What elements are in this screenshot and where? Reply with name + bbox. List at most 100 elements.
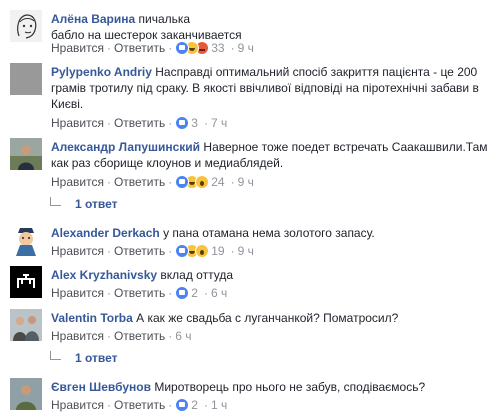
comment-actions: Нравится · Ответить · 33 · 9 ч [51, 40, 254, 56]
timestamp[interactable]: 9 ч [238, 243, 254, 259]
separator: · [168, 116, 173, 130]
comment-body: у пана отамана нема золотого запасу. [163, 226, 375, 240]
reactions[interactable]: 3 [175, 115, 198, 131]
comment-text: Алёна Варина пичалька бабло на шестерок … [51, 11, 493, 43]
reply-link[interactable]: Ответить [114, 174, 165, 190]
separator: · [168, 398, 173, 412]
reply-link[interactable]: Ответить [114, 285, 165, 301]
comment-author[interactable]: Pylypenko Andriy [51, 65, 152, 79]
view-replies-link[interactable]: 1 ответ [50, 196, 118, 212]
reply-link[interactable]: Ответить [114, 243, 165, 259]
reaction-count: 3 [191, 116, 198, 130]
comment-actions: Нравится · Ответить · 19 · 9 ч [51, 243, 254, 259]
like-link[interactable]: Нравится [51, 174, 104, 190]
avatar[interactable] [10, 138, 42, 170]
reactions[interactable]: 2 [175, 397, 198, 413]
separator: · [230, 175, 235, 189]
timestamp[interactable]: 7 ч [211, 115, 227, 131]
like-link[interactable]: Нравится [51, 243, 104, 259]
photo-man-avatar-icon [10, 138, 42, 170]
comment-author[interactable]: Александр Лапушинский [51, 140, 200, 154]
comment-text: Valentin Torba А как же свадьба с луганч… [51, 310, 493, 326]
avatar[interactable] [10, 309, 42, 341]
separator: · [203, 286, 208, 300]
comment-actions: Нравится · Ответить · 2 · 1 ч [51, 397, 227, 413]
separator: · [106, 286, 111, 300]
reply-arrow-icon [50, 196, 61, 206]
separator: · [106, 244, 111, 258]
vector-face-avatar-icon [10, 10, 42, 42]
reply-link[interactable]: Ответить [114, 397, 165, 413]
like-link[interactable]: Нравится [51, 285, 104, 301]
separator: · [168, 286, 173, 300]
comment-author[interactable]: Valentin Torba [51, 311, 133, 325]
reaction-count: 19 [211, 244, 225, 258]
reply-link[interactable]: Ответить [114, 40, 165, 56]
separator: · [168, 244, 173, 258]
comment-body: Миротворець про нього не забув, сподіває… [154, 380, 426, 394]
wow-icon [195, 244, 210, 258]
separator: · [203, 116, 208, 130]
timestamp[interactable]: 9 ч [238, 174, 254, 190]
reaction-count: 2 [191, 398, 198, 412]
like-icon [175, 398, 190, 412]
comment-author[interactable]: Alex Kryzhanivsky [51, 268, 157, 282]
replies-count[interactable]: 1 ответ [75, 196, 118, 212]
separator: · [203, 398, 208, 412]
avatar[interactable] [10, 10, 42, 42]
comment-author[interactable]: Євген Шевбунов [51, 380, 151, 394]
replies-count[interactable]: 1 ответ [75, 350, 118, 366]
comment-actions: Нравится · Ответить · 24 · 9 ч [51, 174, 254, 190]
comment-body: А как же свадьба с луганчанкой? Поматрос… [136, 311, 399, 325]
comment-text: Pylypenko Andriy Насправді оптимальний с… [51, 64, 493, 112]
like-link[interactable]: Нравится [51, 397, 104, 413]
default-user-avatar-icon [10, 63, 42, 95]
comment-text: Александр Лапушинский Наверное тоже поед… [51, 139, 493, 171]
reaction-count: 24 [211, 175, 225, 189]
photo-group-avatar-icon [10, 309, 42, 341]
comment-actions: Нравится · Ответить · 6 ч [51, 328, 192, 344]
tamga-emblem-icon [10, 266, 42, 298]
comment-text: Alexander Derkach у пана отамана нема зо… [51, 225, 493, 241]
separator: · [168, 329, 173, 343]
separator: · [168, 41, 173, 55]
timestamp[interactable]: 1 ч [211, 397, 227, 413]
separator: · [106, 329, 111, 343]
comment-text: Євген Шевбунов Миротворець про нього не … [51, 379, 493, 395]
timestamp[interactable]: 6 ч [175, 328, 191, 344]
comment-author[interactable]: Алёна Варина [51, 12, 135, 26]
separator: · [106, 116, 111, 130]
avatar[interactable] [10, 266, 42, 298]
reply-link[interactable]: Ответить [114, 328, 165, 344]
reactions[interactable]: 19 [175, 243, 225, 259]
avatar[interactable] [10, 378, 42, 410]
separator: · [230, 244, 235, 258]
like-link[interactable]: Нравится [51, 115, 104, 131]
comment-actions: Нравится · Ответить · 2 · 6 ч [51, 285, 227, 301]
like-icon [175, 286, 190, 300]
comment-author[interactable]: Alexander Derkach [51, 226, 160, 240]
reaction-count: 33 [211, 41, 225, 55]
reactions[interactable]: 33 [175, 40, 225, 56]
photo-soldier-avatar-icon [10, 378, 42, 410]
reactions[interactable]: 24 [175, 174, 225, 190]
separator: · [106, 398, 111, 412]
separator: · [106, 41, 111, 55]
like-link[interactable]: Нравится [51, 40, 104, 56]
like-icon [175, 116, 190, 130]
reactions[interactable]: 2 [175, 285, 198, 301]
avatar[interactable] [10, 224, 42, 256]
avatar[interactable] [10, 63, 42, 95]
comment-body: вклад оттуда [160, 268, 233, 282]
reaction-count: 2 [191, 286, 198, 300]
timestamp[interactable]: 6 ч [211, 285, 227, 301]
separator: · [106, 175, 111, 189]
like-link[interactable]: Нравится [51, 328, 104, 344]
comment-text: Alex Kryzhanivsky вклад оттуда [51, 267, 493, 283]
reply-link[interactable]: Ответить [114, 115, 165, 131]
wow-icon [195, 175, 210, 189]
reply-arrow-icon [50, 350, 61, 360]
separator: · [168, 175, 173, 189]
view-replies-link[interactable]: 1 ответ [50, 350, 118, 366]
timestamp[interactable]: 9 ч [238, 40, 254, 56]
